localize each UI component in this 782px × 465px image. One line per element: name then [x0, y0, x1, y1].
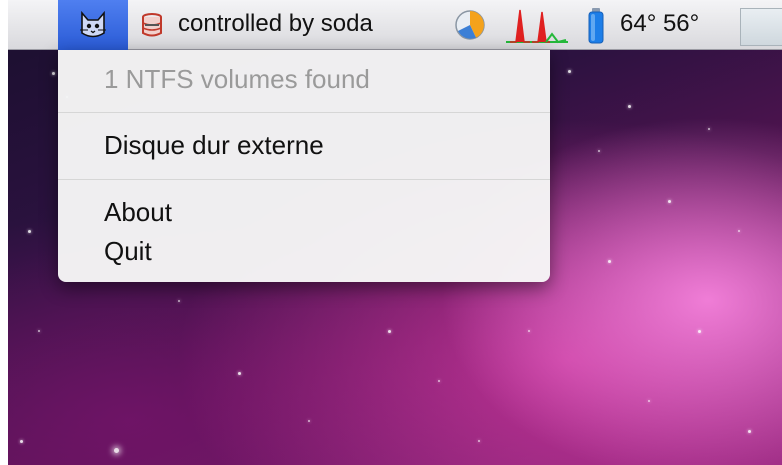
- ntfs-dropdown-menu: 1 NTFS volumes found Disque dur externe …: [58, 50, 550, 282]
- star: [388, 330, 391, 333]
- star: [114, 448, 119, 453]
- star: [478, 440, 480, 442]
- star: [748, 430, 751, 433]
- star: [52, 72, 55, 75]
- pie-progress-icon[interactable]: [454, 9, 486, 41]
- monitor-box-icon[interactable]: [740, 8, 782, 46]
- star: [438, 380, 440, 382]
- temperature-readout[interactable]: 64° 56°: [620, 10, 699, 38]
- soda-status-text[interactable]: controlled by soda: [178, 10, 373, 38]
- star: [738, 230, 740, 232]
- menu-item-about[interactable]: About: [104, 197, 172, 228]
- menu-separator: [58, 179, 550, 180]
- star: [178, 300, 180, 302]
- star: [608, 260, 611, 263]
- activity-graph-icon[interactable]: [506, 6, 568, 44]
- star: [668, 200, 671, 203]
- menu-item-volume[interactable]: Disque dur externe: [104, 130, 324, 161]
- star: [38, 330, 40, 332]
- menu-header-volumes-found: 1 NTFS volumes found: [104, 64, 370, 94]
- cat-app-menu-extra[interactable]: [58, 0, 128, 50]
- star: [708, 128, 710, 130]
- menu-separator: [58, 112, 550, 113]
- star: [568, 70, 571, 73]
- menu-item-quit[interactable]: Quit: [104, 236, 152, 267]
- star: [648, 400, 650, 402]
- star: [698, 330, 701, 333]
- cat-app-icon: [80, 10, 106, 38]
- star: [20, 440, 23, 443]
- battery-icon[interactable]: [588, 8, 604, 44]
- star: [598, 150, 600, 152]
- star: [28, 230, 31, 233]
- star: [308, 420, 310, 422]
- menu-bar: controlled by soda 64° 56°: [8, 0, 782, 50]
- soda-can-icon[interactable]: [136, 9, 168, 41]
- star: [238, 372, 241, 375]
- star: [628, 105, 631, 108]
- star: [528, 330, 530, 332]
